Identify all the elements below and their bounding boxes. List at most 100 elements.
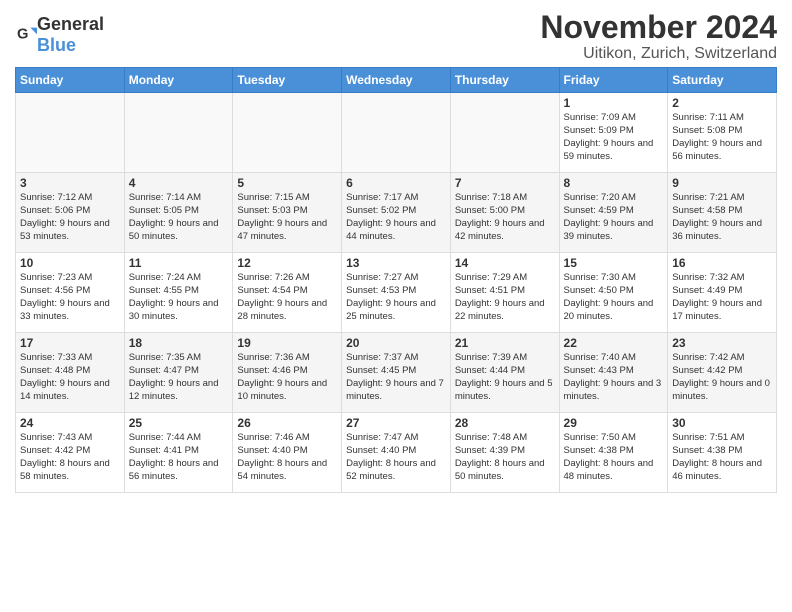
column-header-thursday: Thursday	[450, 68, 559, 93]
calendar-cell: 22Sunrise: 7:40 AM Sunset: 4:43 PM Dayli…	[559, 333, 668, 413]
day-number: 11	[129, 256, 229, 270]
column-header-tuesday: Tuesday	[233, 68, 342, 93]
calendar-cell: 13 Sunrise: 7:27 AM Sunset: 4:53 PM Dayli…	[342, 253, 451, 333]
calendar-cell: 26 Sunrise: 7:46 AM Sunset: 4:40 PM Dayli…	[233, 413, 342, 493]
day-number: 6	[346, 176, 446, 190]
week-row-3: 10 Sunrise: 7:23 AM Sunset: 4:56 PM Dayli…	[16, 253, 777, 333]
title-block: November 2024 Uitikon, Zurich, Switzerla…	[540, 10, 777, 63]
calendar-cell: 12 Sunrise: 7:26 AM Sunset: 4:54 PM Dayli…	[233, 253, 342, 333]
day-info: Sunrise: 7:26 AM Sunset: 4:54 PM Dayligh…	[237, 272, 337, 323]
day-number: 13	[346, 256, 446, 270]
day-number: 28	[455, 416, 555, 430]
day-number: 18	[129, 336, 229, 350]
day-info: Sunrise: 7:33 AM Sunset: 4:48 PM Dayligh…	[20, 352, 120, 403]
day-info: Sunrise: 7:42 AM Sunset: 4:42 PM Dayligh…	[672, 352, 772, 403]
column-header-sunday: Sunday	[16, 68, 125, 93]
day-number: 27	[346, 416, 446, 430]
day-info: Sunrise: 7:30 AM Sunset: 4:50 PM Dayligh…	[564, 272, 664, 323]
day-info: Sunrise: 7:11 AM Sunset: 5:08 PM Dayligh…	[672, 112, 772, 163]
day-info: Sunrise: 7:12 AM Sunset: 5:06 PM Dayligh…	[20, 192, 120, 243]
day-number: 23	[672, 336, 772, 350]
logo-blue-text: Blue	[37, 35, 76, 55]
day-info: Sunrise: 7:47 AM Sunset: 4:40 PM Dayligh…	[346, 432, 446, 483]
day-number: 30	[672, 416, 772, 430]
calendar-cell: 14 Sunrise: 7:29 AM Sunset: 4:51 PM Dayli…	[450, 253, 559, 333]
calendar-cell: 18 Sunrise: 7:35 AM Sunset: 4:47 PM Dayli…	[124, 333, 233, 413]
day-info: Sunrise: 7:09 AM Sunset: 5:09 PM Dayligh…	[564, 112, 664, 163]
calendar-cell: 16Sunrise: 7:32 AM Sunset: 4:49 PM Dayli…	[668, 253, 777, 333]
calendar-cell: 4Sunrise: 7:14 AM Sunset: 5:05 PM Daylig…	[124, 173, 233, 253]
day-number: 8	[564, 176, 664, 190]
calendar-cell: 25 Sunrise: 7:44 AM Sunset: 4:41 PM Dayli…	[124, 413, 233, 493]
calendar-cell: 29 Sunrise: 7:50 AM Sunset: 4:38 PM Dayli…	[559, 413, 668, 493]
column-header-friday: Friday	[559, 68, 668, 93]
day-number: 4	[129, 176, 229, 190]
calendar-cell: 2 Sunrise: 7:11 AM Sunset: 5:08 PM Daylig…	[668, 93, 777, 173]
day-info: Sunrise: 7:46 AM Sunset: 4:40 PM Dayligh…	[237, 432, 337, 483]
calendar-subtitle: Uitikon, Zurich, Switzerland	[540, 45, 777, 63]
day-info: Sunrise: 7:44 AM Sunset: 4:41 PM Dayligh…	[129, 432, 229, 483]
calendar-cell: 11 Sunrise: 7:24 AM Sunset: 4:55 PM Dayli…	[124, 253, 233, 333]
calendar-cell: 9 Sunrise: 7:21 AM Sunset: 4:58 PM Daylig…	[668, 173, 777, 253]
calendar-cell: 3 Sunrise: 7:12 AM Sunset: 5:06 PM Daylig…	[16, 173, 125, 253]
svg-text:G: G	[17, 26, 28, 42]
day-number: 5	[237, 176, 337, 190]
day-info: Sunrise: 7:39 AM Sunset: 4:44 PM Dayligh…	[455, 352, 555, 403]
day-number: 14	[455, 256, 555, 270]
calendar-cell: 15 Sunrise: 7:30 AM Sunset: 4:50 PM Dayli…	[559, 253, 668, 333]
day-info: Sunrise: 7:29 AM Sunset: 4:51 PM Dayligh…	[455, 272, 555, 323]
week-row-4: 17Sunrise: 7:33 AM Sunset: 4:48 PM Dayli…	[16, 333, 777, 413]
day-info: Sunrise: 7:32 AM Sunset: 4:49 PM Dayligh…	[672, 272, 772, 323]
day-number: 9	[672, 176, 772, 190]
logo-general-text: General	[37, 14, 104, 34]
day-number: 24	[20, 416, 120, 430]
day-number: 2	[672, 96, 772, 110]
calendar-cell	[450, 93, 559, 173]
day-number: 3	[20, 176, 120, 190]
calendar-cell: 23 Sunrise: 7:42 AM Sunset: 4:42 PM Dayli…	[668, 333, 777, 413]
calendar-cell: 7Sunrise: 7:18 AM Sunset: 5:00 PM Daylig…	[450, 173, 559, 253]
day-info: Sunrise: 7:27 AM Sunset: 4:53 PM Dayligh…	[346, 272, 446, 323]
calendar-cell: 10 Sunrise: 7:23 AM Sunset: 4:56 PM Dayli…	[16, 253, 125, 333]
day-number: 19	[237, 336, 337, 350]
calendar-title: November 2024	[540, 10, 777, 45]
week-row-2: 3 Sunrise: 7:12 AM Sunset: 5:06 PM Daylig…	[16, 173, 777, 253]
calendar-header-row: SundayMondayTuesdayWednesdayThursdayFrid…	[16, 68, 777, 93]
calendar-cell: 24 Sunrise: 7:43 AM Sunset: 4:42 PM Dayli…	[16, 413, 125, 493]
day-number: 15	[564, 256, 664, 270]
column-header-monday: Monday	[124, 68, 233, 93]
day-info: Sunrise: 7:15 AM Sunset: 5:03 PM Dayligh…	[237, 192, 337, 243]
day-info: Sunrise: 7:24 AM Sunset: 4:55 PM Dayligh…	[129, 272, 229, 323]
calendar-cell: 5 Sunrise: 7:15 AM Sunset: 5:03 PM Daylig…	[233, 173, 342, 253]
day-info: Sunrise: 7:35 AM Sunset: 4:47 PM Dayligh…	[129, 352, 229, 403]
calendar-cell	[233, 93, 342, 173]
calendar-cell	[124, 93, 233, 173]
day-number: 10	[20, 256, 120, 270]
day-number: 20	[346, 336, 446, 350]
calendar-cell: 17Sunrise: 7:33 AM Sunset: 4:48 PM Dayli…	[16, 333, 125, 413]
day-number: 29	[564, 416, 664, 430]
column-header-wednesday: Wednesday	[342, 68, 451, 93]
day-number: 12	[237, 256, 337, 270]
day-info: Sunrise: 7:51 AM Sunset: 4:38 PM Dayligh…	[672, 432, 772, 483]
day-number: 1	[564, 96, 664, 110]
calendar-cell	[342, 93, 451, 173]
day-info: Sunrise: 7:50 AM Sunset: 4:38 PM Dayligh…	[564, 432, 664, 483]
day-info: Sunrise: 7:43 AM Sunset: 4:42 PM Dayligh…	[20, 432, 120, 483]
calendar-cell	[16, 93, 125, 173]
day-info: Sunrise: 7:37 AM Sunset: 4:45 PM Dayligh…	[346, 352, 446, 403]
day-info: Sunrise: 7:23 AM Sunset: 4:56 PM Dayligh…	[20, 272, 120, 323]
day-info: Sunrise: 7:40 AM Sunset: 4:43 PM Dayligh…	[564, 352, 664, 403]
day-number: 21	[455, 336, 555, 350]
day-number: 25	[129, 416, 229, 430]
calendar-cell: 27 Sunrise: 7:47 AM Sunset: 4:40 PM Dayli…	[342, 413, 451, 493]
day-info: Sunrise: 7:17 AM Sunset: 5:02 PM Dayligh…	[346, 192, 446, 243]
week-row-5: 24 Sunrise: 7:43 AM Sunset: 4:42 PM Dayli…	[16, 413, 777, 493]
day-info: Sunrise: 7:18 AM Sunset: 5:00 PM Dayligh…	[455, 192, 555, 243]
day-info: Sunrise: 7:36 AM Sunset: 4:46 PM Dayligh…	[237, 352, 337, 403]
calendar-cell: 6 Sunrise: 7:17 AM Sunset: 5:02 PM Daylig…	[342, 173, 451, 253]
calendar-cell: 30 Sunrise: 7:51 AM Sunset: 4:38 PM Dayli…	[668, 413, 777, 493]
day-number: 26	[237, 416, 337, 430]
day-info: Sunrise: 7:21 AM Sunset: 4:58 PM Dayligh…	[672, 192, 772, 243]
week-row-1: 1 Sunrise: 7:09 AM Sunset: 5:09 PM Daylig…	[16, 93, 777, 173]
